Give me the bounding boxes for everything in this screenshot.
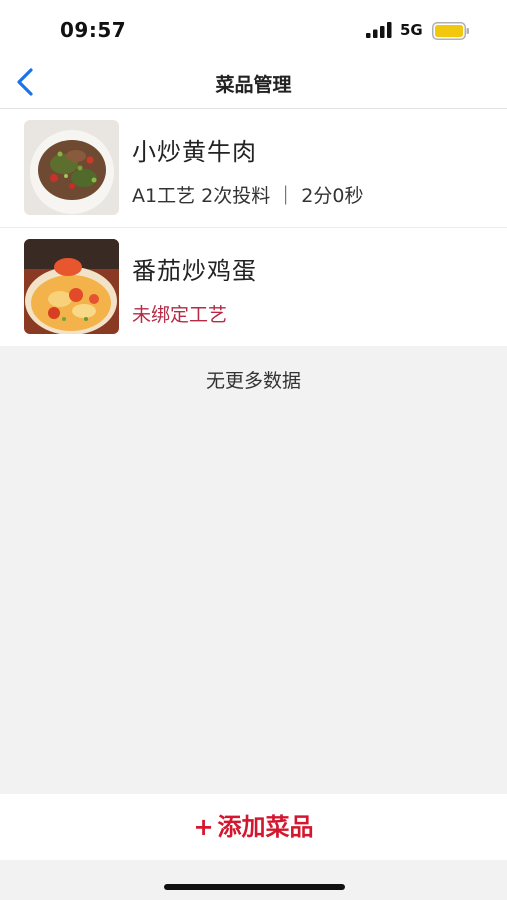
status-time: 09:57 [60,18,127,42]
dish-item[interactable]: 番茄炒鸡蛋 未绑定工艺 [0,228,507,346]
add-dish-label: 添加菜品 [217,813,314,841]
network-type: 5G [400,21,423,39]
cellular-signal-icon [366,22,392,38]
dish-process-info: A1工艺 2次投料 ｜ 2分0秒 [132,185,364,207]
dish-list: 小炒黄牛肉 A1工艺 2次投料 ｜ 2分0秒 番茄炒鸡蛋 未绑定工艺 [0,109,507,346]
dish-photo-tomato-egg [24,239,119,334]
plus-icon: + [193,813,214,841]
dish-name: 小炒黄牛肉 [132,138,257,166]
dish-item[interactable]: 小炒黄牛肉 A1工艺 2次投料 ｜ 2分0秒 [0,109,507,228]
list-end-text: 无更多数据 [205,370,301,392]
battery-icon [432,22,470,40]
dish-unbound-status: 未绑定工艺 [132,304,228,326]
navigation-bar: 菜品管理 [0,58,507,109]
dish-photo-beef [24,120,119,215]
add-dish-button[interactable]: + 添加菜品 [0,794,507,860]
bottom-action-bar: + 添加菜品 [0,794,507,860]
dish-name: 番茄炒鸡蛋 [132,257,257,285]
home-indicator [164,884,345,890]
status-bar: 09:57 5G [0,0,507,58]
page-title: 菜品管理 [215,74,292,96]
